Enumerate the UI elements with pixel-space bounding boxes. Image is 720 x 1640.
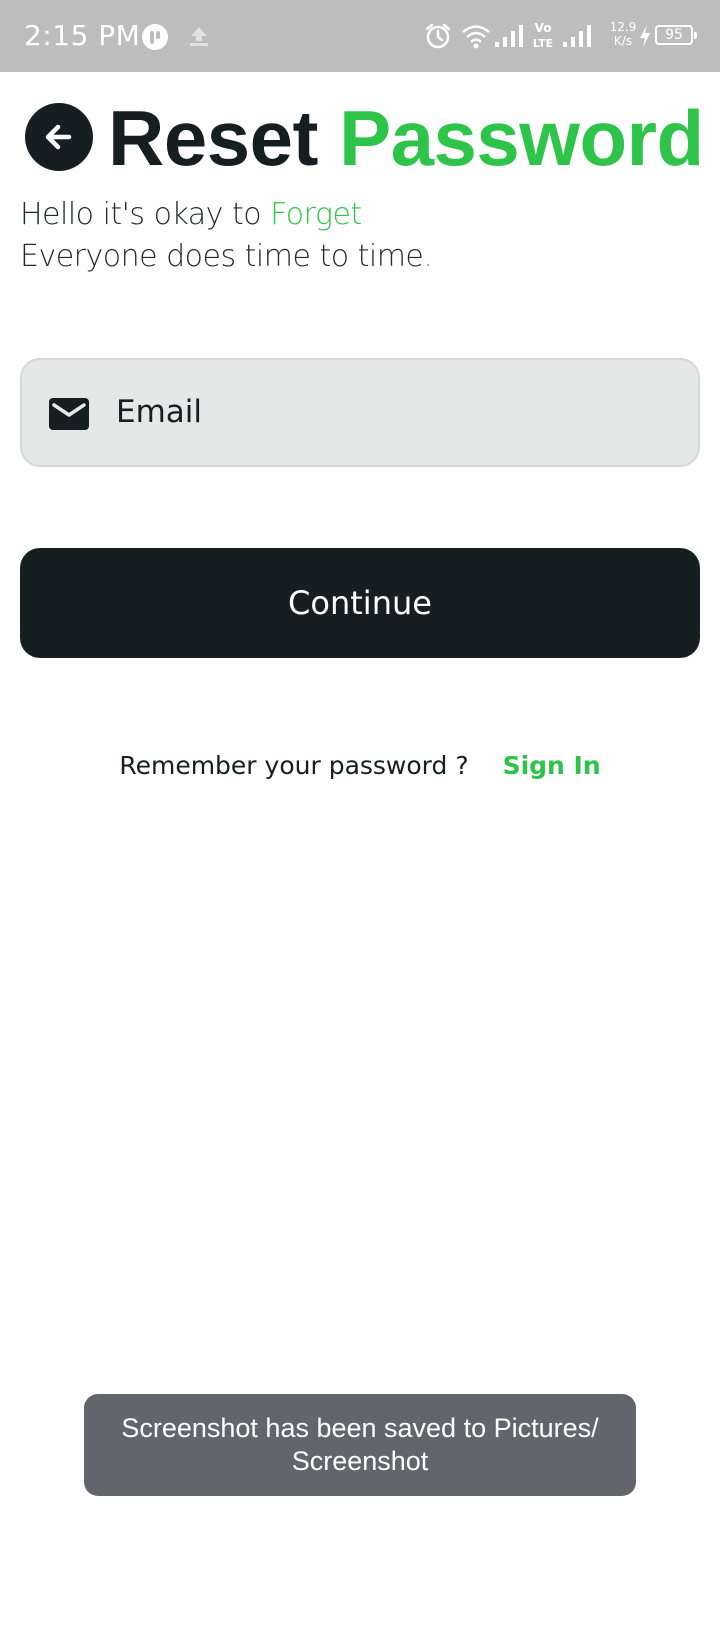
title-word-password: Password bbox=[339, 94, 704, 182]
signal-icon bbox=[563, 25, 591, 47]
title-word-reset: Reset bbox=[108, 94, 318, 182]
back-button[interactable] bbox=[25, 103, 93, 171]
subtitle-line2-text: Everyone does time to time bbox=[20, 239, 424, 274]
mail-icon bbox=[49, 398, 89, 430]
sign-in-link[interactable]: Sign In bbox=[503, 751, 601, 780]
network-speed: 12.9 K/s bbox=[603, 20, 643, 48]
volte-icon: Vo LTE bbox=[533, 21, 553, 50]
remember-row: Remember your password ? Sign In bbox=[0, 748, 720, 784]
subtitle-period-accent: . bbox=[423, 239, 433, 274]
subtitle: Hello it's okay to Forget Everyone does … bbox=[20, 194, 433, 278]
arrow-left-icon bbox=[45, 124, 72, 150]
subtitle-line1-text: Hello it's okay to bbox=[20, 197, 271, 232]
email-input[interactable] bbox=[116, 386, 676, 438]
svg-text:LTE: LTE bbox=[533, 37, 553, 50]
app-notification-icon bbox=[142, 24, 168, 50]
subtitle-forget-accent: Forget bbox=[270, 197, 362, 232]
charging-icon bbox=[640, 25, 650, 47]
alarm-icon bbox=[425, 23, 451, 49]
remember-password-text: Remember your password ? bbox=[119, 751, 469, 780]
battery-level: 95 bbox=[665, 27, 683, 43]
battery-icon: 95 bbox=[655, 25, 697, 45]
continue-button[interactable]: Continue bbox=[20, 548, 700, 658]
upload-icon bbox=[190, 27, 208, 46]
toast-message: Screenshot has been saved to Pictures/ S… bbox=[121, 1413, 599, 1476]
svg-text:Vo: Vo bbox=[535, 21, 552, 35]
page-title: Reset Password bbox=[108, 94, 704, 182]
status-bar: 2:15 PM Vo LTE 12.9 K/s 95 bbox=[0, 0, 720, 72]
signal-icon bbox=[495, 25, 523, 47]
status-time: 2:15 PM bbox=[24, 19, 141, 52]
email-field[interactable] bbox=[20, 358, 700, 467]
network-speed-unit: K/s bbox=[613, 34, 633, 48]
screenshot-toast: Screenshot has been saved to Pictures/ S… bbox=[84, 1394, 636, 1496]
wifi-icon bbox=[462, 25, 490, 49]
network-speed-value: 12.9 bbox=[609, 20, 637, 34]
